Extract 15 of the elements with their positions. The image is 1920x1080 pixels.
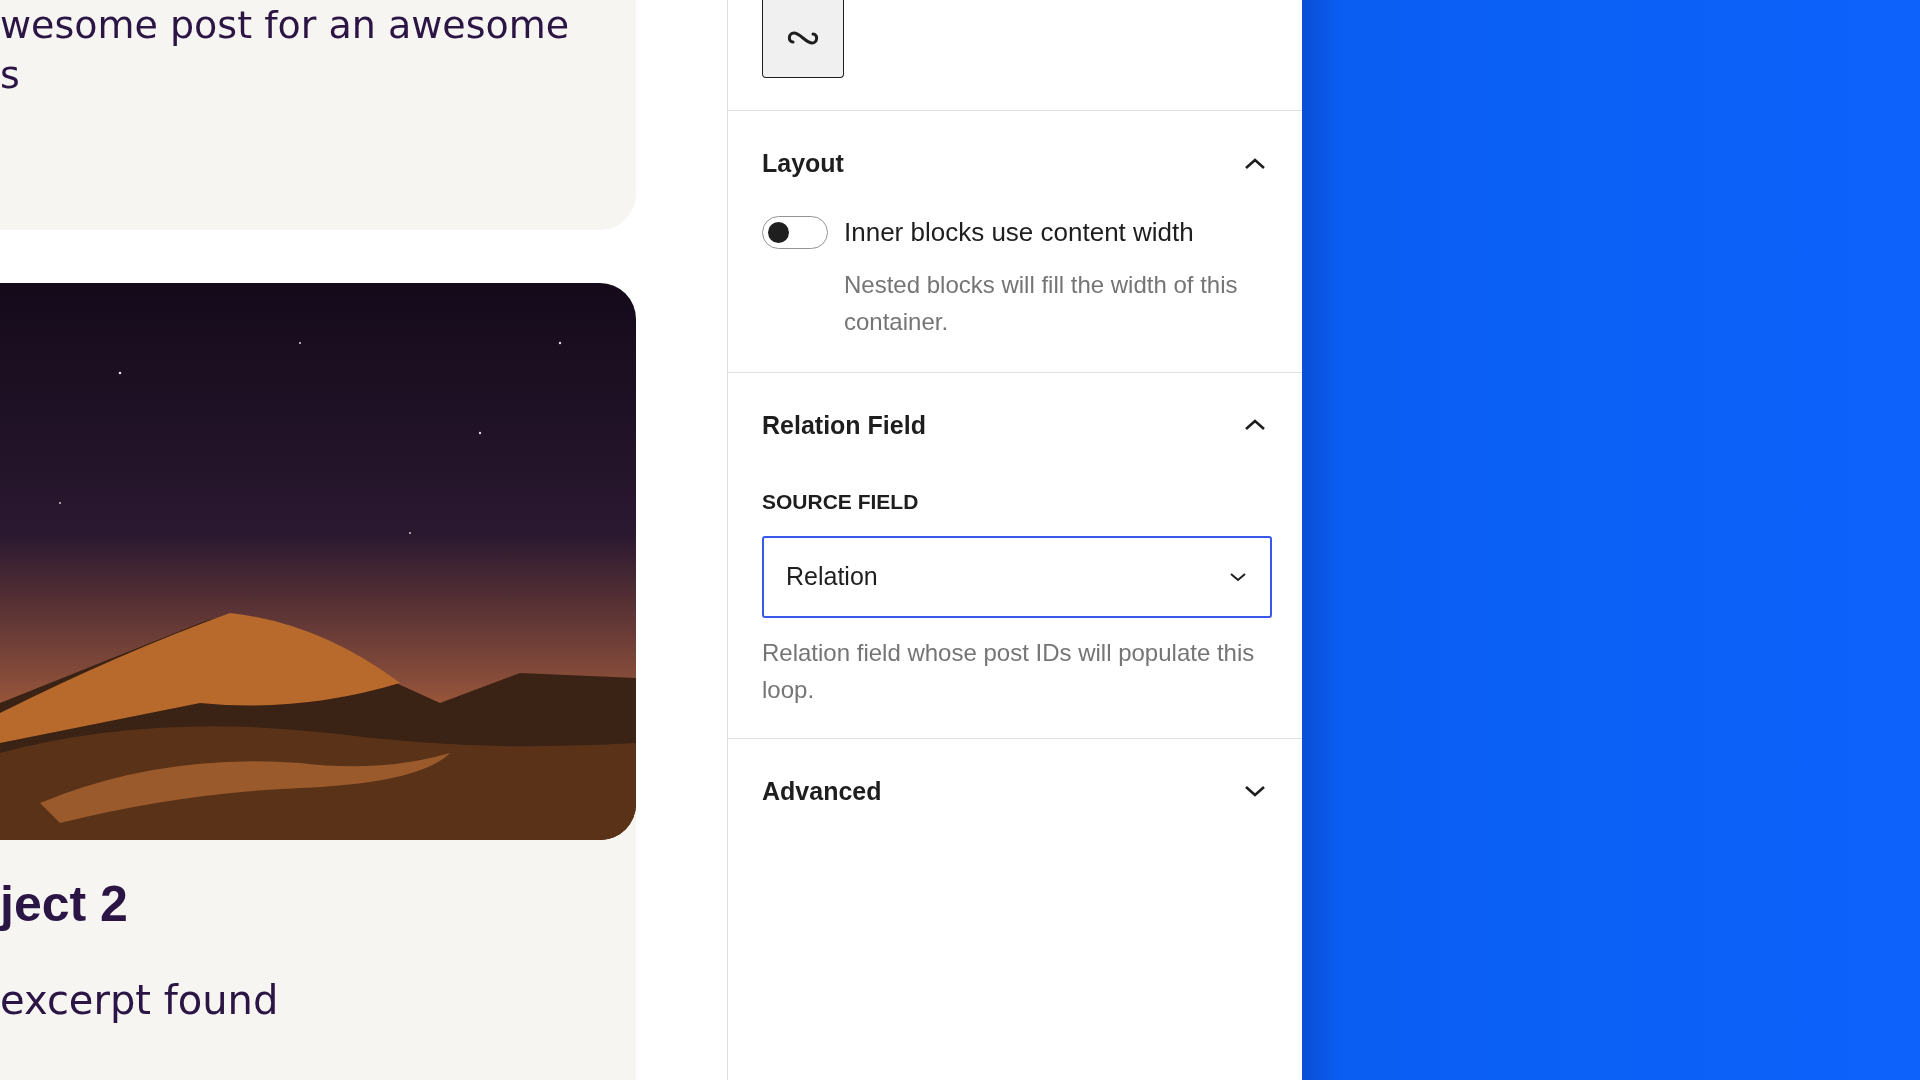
field-label: SOURCE FIELD [762,489,920,515]
panel-header[interactable]: Relation Field [762,372,1268,482]
post-title: ject 2 [0,875,129,934]
loop-button[interactable] [762,0,844,78]
help-text: Relation field whose post IDs will populate this loop. [762,637,1256,705]
toggle-label: Inner blocks use content width [844,215,1194,249]
panel-header[interactable]: Advanced [762,738,1268,844]
panel-header[interactable]: Layout [762,111,1268,213]
toggle-switch[interactable] [762,215,828,249]
chevron-down-icon [1228,570,1248,583]
post-title-line: wesome post for an awesome [0,2,571,49]
help-text: Nested blocks will fill the width of this container. [843,269,1239,337]
post-title-line: s [0,52,21,99]
source-field-select[interactable]: Relation [762,535,1272,618]
post-excerpt: excerpt found [0,976,280,1024]
